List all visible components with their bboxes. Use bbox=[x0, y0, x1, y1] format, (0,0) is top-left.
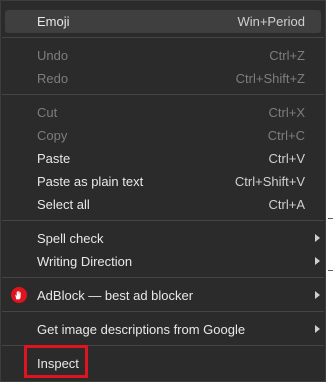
menu-item-shortcut: Ctrl+V bbox=[268, 151, 305, 166]
menu-item-label: Writing Direction bbox=[37, 254, 133, 269]
menu-item-label: Select all bbox=[37, 197, 90, 212]
menu-item-emoji[interactable]: Emoji Win+Period bbox=[5, 10, 321, 33]
menu-separator bbox=[2, 94, 324, 95]
menu-separator bbox=[2, 220, 324, 221]
menu-item-copy[interactable]: Copy Ctrl+C bbox=[5, 124, 321, 147]
menu-item-shortcut: Win+Period bbox=[237, 14, 305, 29]
menu-item-writing-direction[interactable]: Writing Direction bbox=[5, 250, 321, 273]
menu-item-shortcut: Ctrl+A bbox=[268, 197, 305, 212]
menu-item-cut[interactable]: Cut Ctrl+X bbox=[5, 101, 321, 124]
menu-item-label: Get image descriptions from Google bbox=[37, 322, 246, 337]
menu-item-label: Emoji bbox=[37, 14, 70, 29]
menu-item-label: Paste as plain text bbox=[37, 174, 144, 189]
menu-item-spell-check[interactable]: Spell check bbox=[5, 227, 321, 250]
menu-item-shortcut: Ctrl+Shift+Z bbox=[235, 71, 305, 86]
menu-separator bbox=[2, 277, 324, 278]
menu-item-shortcut: Ctrl+C bbox=[267, 128, 305, 143]
menu-item-undo[interactable]: Undo Ctrl+Z bbox=[5, 44, 321, 67]
menu-separator bbox=[2, 311, 324, 312]
context-menu: Emoji Win+Period Undo Ctrl+Z Redo Ctrl+S… bbox=[0, 0, 326, 382]
menu-item-label: Undo bbox=[37, 48, 69, 63]
menu-item-image-descriptions[interactable]: Get image descriptions from Google bbox=[5, 318, 321, 341]
submenu-arrow-icon bbox=[315, 257, 320, 265]
menu-separator bbox=[2, 37, 324, 38]
page-background-strip bbox=[326, 0, 333, 382]
menu-item-label: Paste bbox=[37, 151, 71, 166]
menu-item-paste-plain-text[interactable]: Paste as plain text Ctrl+Shift+V bbox=[5, 170, 321, 193]
page-divider-mark bbox=[328, 270, 333, 271]
menu-item-label: Spell check bbox=[37, 231, 104, 246]
page-divider-mark bbox=[328, 218, 333, 219]
menu-item-shortcut: Ctrl+X bbox=[268, 105, 305, 120]
adblock-hand-icon bbox=[11, 287, 27, 303]
submenu-arrow-icon bbox=[315, 291, 320, 299]
menu-item-select-all[interactable]: Select all Ctrl+A bbox=[5, 193, 321, 216]
menu-item-label: Copy bbox=[37, 128, 68, 143]
menu-item-label: Cut bbox=[37, 105, 58, 120]
menu-item-label: AdBlock — best ad blocker bbox=[37, 288, 194, 303]
menu-item-paste[interactable]: Paste Ctrl+V bbox=[5, 147, 321, 170]
inspect-highlight-box bbox=[24, 345, 88, 378]
menu-item-shortcut: Ctrl+Z bbox=[269, 48, 305, 63]
menu-item-redo[interactable]: Redo Ctrl+Shift+Z bbox=[5, 67, 321, 90]
submenu-arrow-icon bbox=[315, 234, 320, 242]
submenu-arrow-icon bbox=[315, 325, 320, 333]
menu-item-shortcut: Ctrl+Shift+V bbox=[234, 174, 305, 189]
menu-item-label: Redo bbox=[37, 71, 69, 86]
menu-item-adblock[interactable]: AdBlock — best ad blocker bbox=[5, 284, 321, 307]
